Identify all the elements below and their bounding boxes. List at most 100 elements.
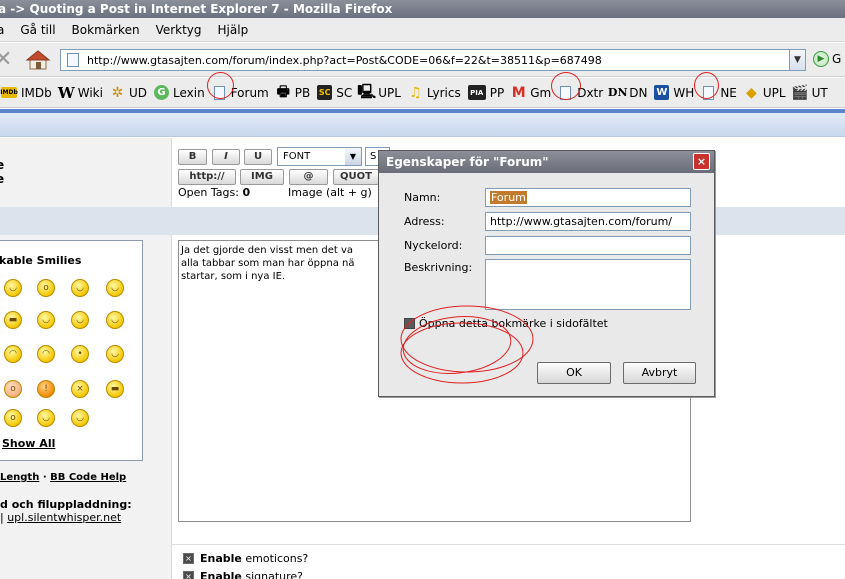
cancel-button[interactable]: Avbryt xyxy=(623,362,696,384)
open-tags: Open Tags: 0 xyxy=(178,186,250,199)
show-all-smilies-link[interactable]: Show All xyxy=(2,437,55,450)
bookmark-label: UD xyxy=(128,85,147,100)
smiley-icon[interactable]: ▬ xyxy=(4,311,22,329)
length-link[interactable]: Length xyxy=(0,472,39,483)
smiley-icon[interactable]: ◠ xyxy=(37,345,55,363)
smiley-icon[interactable]: o xyxy=(4,409,22,427)
smiley-icon[interactable]: o xyxy=(37,279,55,297)
image-hint: Image (alt + g) xyxy=(288,186,372,199)
stop-icon[interactable]: ✕ xyxy=(0,49,14,71)
smiley-icon[interactable]: o xyxy=(4,380,22,398)
option-bold: Enable xyxy=(200,570,242,579)
url-history-dropdown-icon[interactable]: ▼ xyxy=(789,49,806,71)
upload-site-link[interactable]: upl.silentwhisper.net xyxy=(7,511,121,524)
go-button[interactable]: ▶ G xyxy=(813,51,841,67)
bookmark-pp[interactable]: PIA PP xyxy=(467,85,505,100)
description-label: Beskrivning: xyxy=(404,261,473,274)
menu-goto[interactable]: Gå till xyxy=(20,23,55,37)
menu-file[interactable]: a xyxy=(0,23,4,37)
post-form-labels: e e xyxy=(0,138,172,207)
bookmark-upl-2[interactable]: ◆ UPL xyxy=(744,85,786,101)
checkbox-checked-icon[interactable]: × xyxy=(183,553,194,564)
smiley-icon[interactable]: ◡ xyxy=(106,345,124,363)
pb-icon: 🖶 xyxy=(276,83,290,100)
smiley-icon[interactable]: ◡ xyxy=(4,279,22,297)
italic-button[interactable]: I xyxy=(212,149,240,165)
bookmark-label: PP xyxy=(489,85,505,100)
sidebar-checkbox[interactable] xyxy=(404,318,415,329)
bookmarks-toolbar: IMDb IMDb W Wiki ✲ UD G Lexin Forum 🖶 PB… xyxy=(0,72,845,108)
close-icon[interactable]: × xyxy=(693,153,710,170)
bookmark-pb[interactable]: 🖶 PB xyxy=(276,83,311,100)
http-button[interactable]: http:// xyxy=(178,169,236,185)
address-field[interactable] xyxy=(485,212,691,231)
bookmark-upl[interactable]: 🖳 UPL xyxy=(357,84,401,100)
menu-bookmarks-label: Bokmärken xyxy=(71,22,140,37)
quote-button[interactable]: QUOT xyxy=(333,169,379,185)
home-button[interactable] xyxy=(25,48,51,72)
bookmark-imdb[interactable]: IMDb IMDb xyxy=(0,86,51,100)
bookmark-sc[interactable]: SC SC xyxy=(317,85,352,100)
keyword-label: Nyckelord: xyxy=(404,239,463,252)
warning-smiley-icon[interactable]: ! xyxy=(37,380,55,398)
smiley-icon[interactable]: ◡ xyxy=(71,409,89,427)
sidebar-checkbox-label: Öppna detta bokmärke i sidofältet xyxy=(419,317,608,330)
bookmark-ud[interactable]: ✲ UD xyxy=(110,85,147,101)
bookmark-ut[interactable]: 🎬 UT xyxy=(791,85,827,101)
size-select-value: S xyxy=(370,151,377,162)
checkbox-checked-icon[interactable]: × xyxy=(183,571,194,579)
bookmark-wh[interactable]: W WH xyxy=(654,85,694,100)
smiley-icon[interactable]: ◡ xyxy=(106,279,124,297)
option-label: Enable signature? xyxy=(200,570,303,579)
smiley-icon[interactable]: ◡ xyxy=(106,311,124,329)
go-label: G xyxy=(832,52,842,66)
enable-signature-option[interactable]: × Enable signature? xyxy=(183,570,303,579)
smiley-icon[interactable]: ◡ xyxy=(71,311,89,329)
url-input[interactable] xyxy=(87,53,797,67)
annotation-scribble xyxy=(400,305,534,384)
url-bar[interactable]: ▼ xyxy=(60,49,806,71)
upload-links: | upl.silentwhisper.net xyxy=(0,511,121,524)
page-icon xyxy=(67,53,79,67)
wh-icon: W xyxy=(654,85,670,100)
bookmark-lexin[interactable]: G Lexin xyxy=(154,85,205,100)
menu-tools[interactable]: Verktyg xyxy=(156,23,202,37)
smiley-icon[interactable]: ◡ xyxy=(37,311,55,329)
smiley-icon[interactable]: • xyxy=(71,345,89,363)
annotation-circle xyxy=(206,72,234,99)
name-field[interactable]: Forum xyxy=(485,188,691,207)
menu-bookmarks[interactable]: Bokmärken xyxy=(72,23,140,37)
sidebar-checkbox-row[interactable]: Öppna detta bokmärke i sidofältet xyxy=(404,317,608,330)
bookmark-gm[interactable]: M Gm xyxy=(511,85,552,101)
bookmark-dxtr[interactable]: Dxtr xyxy=(551,72,603,100)
bold-button[interactable]: B xyxy=(178,149,207,165)
ok-button[interactable]: OK xyxy=(537,362,611,384)
smiley-icon[interactable]: ◡ xyxy=(71,279,89,297)
bbcode-help-link[interactable]: BB Code Help xyxy=(50,472,126,483)
enable-emoticons-option[interactable]: × Enable emoticons? xyxy=(183,552,308,565)
bookmark-dn[interactable]: DN DN xyxy=(608,85,648,100)
smiley-icon[interactable]: ◡ xyxy=(37,409,55,427)
bookmark-forum[interactable]: Forum xyxy=(206,72,269,100)
bookmark-lyrics[interactable]: ♫ Lyrics xyxy=(408,85,461,101)
smilies-title: kable Smilies xyxy=(0,254,82,267)
bookmark-label: Lyrics xyxy=(426,85,461,100)
underline-button[interactable]: U xyxy=(244,149,272,165)
menu-bar: a Gå till Bokmärken Verktyg Hjälp xyxy=(0,18,845,42)
menu-help[interactable]: Hjälp xyxy=(218,23,249,37)
description-field[interactable] xyxy=(485,259,691,310)
bookmark-label: Gm xyxy=(530,85,552,100)
smiley-icon[interactable]: ◠ xyxy=(4,345,22,363)
bookmark-wiki[interactable]: W Wiki xyxy=(58,84,103,102)
pp-icon: PIA xyxy=(467,85,486,100)
keyword-field[interactable] xyxy=(485,236,691,255)
img-button[interactable]: IMG xyxy=(240,169,284,185)
dialog-title: Egenskaper för "Forum" xyxy=(386,155,549,169)
smiley-icon[interactable]: × xyxy=(71,380,89,398)
lexin-icon: G xyxy=(154,85,169,100)
bookmark-label: Lexin xyxy=(173,85,205,100)
email-button[interactable]: @ xyxy=(289,169,328,185)
font-select[interactable]: FONT ▼ xyxy=(277,147,362,166)
bookmark-ne[interactable]: NE xyxy=(694,72,737,100)
smiley-icon[interactable]: ▬ xyxy=(106,380,124,398)
